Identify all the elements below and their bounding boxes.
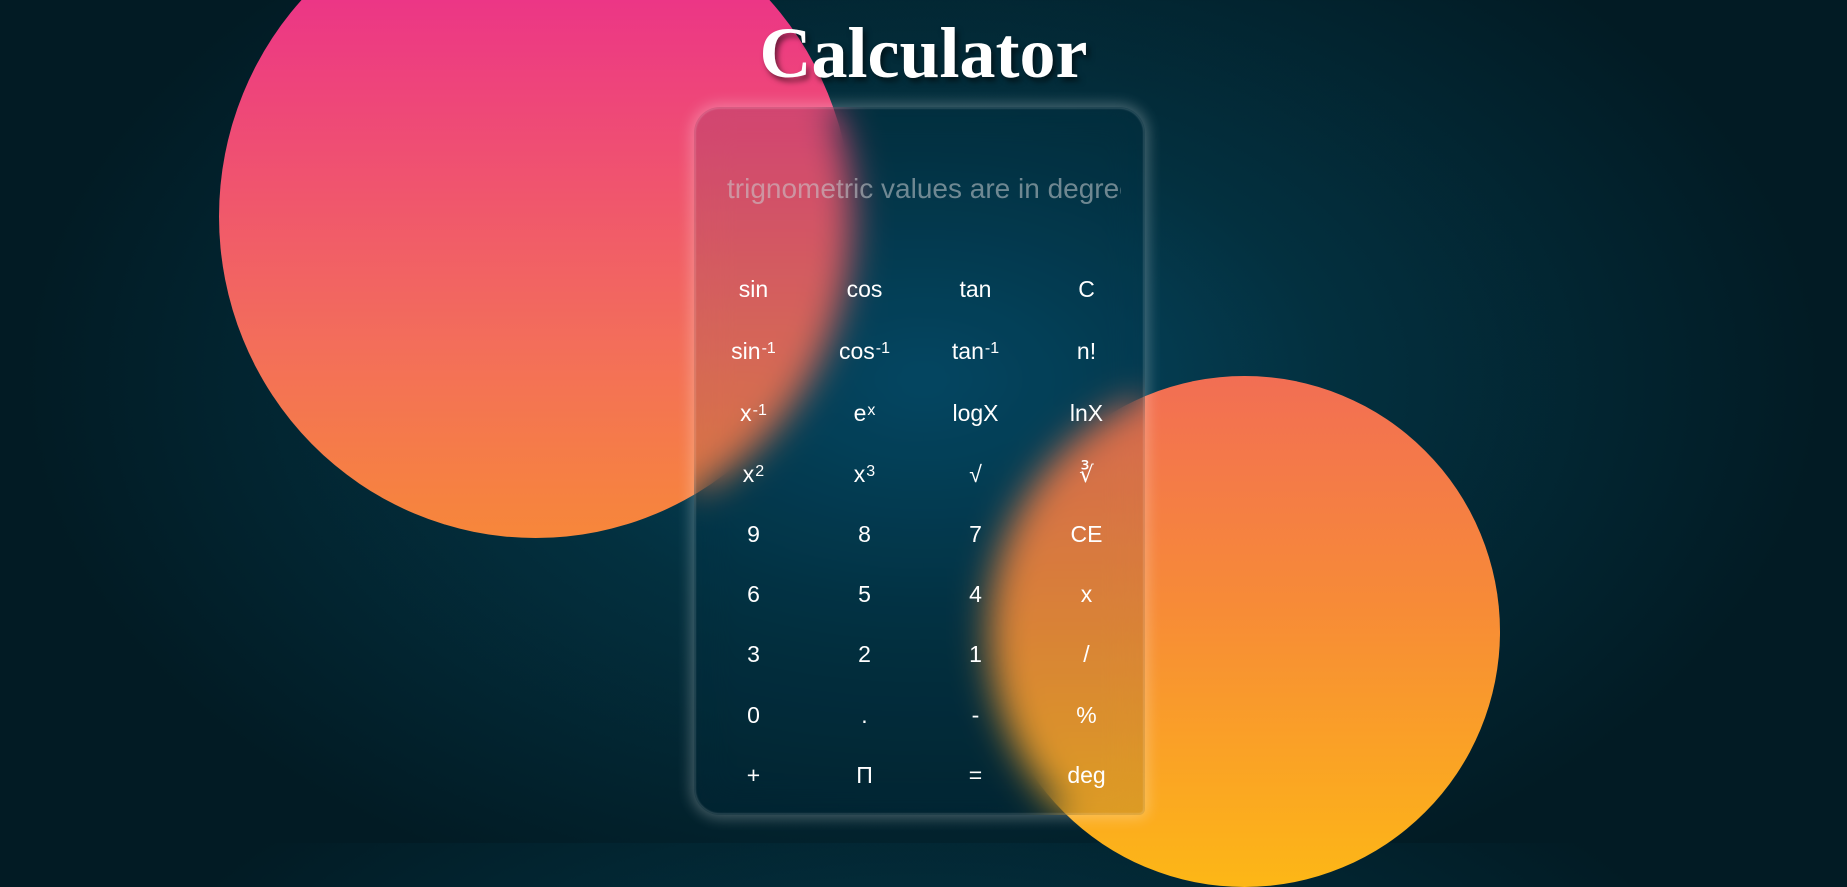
key-label: n! xyxy=(1076,337,1097,364)
calculator-panel: sincostanCsin-1cos-1tan-1n!x-1exlogXlnXx… xyxy=(694,107,1145,815)
digit-1-button[interactable]: 1 xyxy=(920,623,1031,685)
key-label: + xyxy=(746,761,761,788)
ln-button[interactable]: lnX xyxy=(1031,381,1142,445)
clear-button[interactable]: C xyxy=(1031,257,1142,321)
key-label: 7 xyxy=(969,520,982,547)
equals-button[interactable]: = xyxy=(920,745,1031,805)
page-title: Calculator xyxy=(759,13,1088,93)
key-label: / xyxy=(1083,640,1090,667)
key-label: 9 xyxy=(747,520,760,547)
sin-button[interactable]: sin xyxy=(698,257,809,321)
reciprocal-button[interactable]: x -1 xyxy=(698,381,809,445)
decimal-button[interactable]: . xyxy=(809,685,920,745)
key-label: 3 xyxy=(747,640,760,667)
key-label: . xyxy=(861,701,868,728)
add-button[interactable]: + xyxy=(698,745,809,805)
key-label: 0 xyxy=(747,701,760,728)
digit-7-button[interactable]: 7 xyxy=(920,503,1031,565)
key-label: = xyxy=(968,761,983,788)
cbrt-button[interactable]: ∛ xyxy=(1031,445,1142,503)
key-label: 5 xyxy=(858,580,871,607)
percent-button[interactable]: % xyxy=(1031,685,1142,745)
key-label: 4 xyxy=(969,580,982,607)
digit-0-button[interactable]: 0 xyxy=(698,685,809,745)
key-label: sin xyxy=(731,337,761,364)
key-label: x xyxy=(853,460,866,487)
tan-button[interactable]: tan xyxy=(920,257,1031,321)
calculator-display-input[interactable] xyxy=(727,158,1121,220)
log-button[interactable]: logX xyxy=(920,381,1031,445)
deg-button[interactable]: deg xyxy=(1031,745,1142,805)
key-label: % xyxy=(1076,701,1097,728)
subtract-button[interactable]: - xyxy=(920,685,1031,745)
keypad: sin cos tan Csin -1 cos -1 tan -1 n! x -1 e x logX lnX x… xyxy=(698,257,1142,805)
digit-2-button[interactable]: 2 xyxy=(809,623,920,685)
key-label: logX xyxy=(952,399,999,426)
exp-button[interactable]: ex xyxy=(809,381,920,445)
key-label: CE xyxy=(1070,520,1103,547)
key-label: 1 xyxy=(969,640,982,667)
digit-4-button[interactable]: 4 xyxy=(920,565,1031,623)
key-label: tan xyxy=(959,275,992,302)
cos-button[interactable]: cos xyxy=(809,257,920,321)
digit-9-button[interactable]: 9 xyxy=(698,503,809,565)
arctan-button[interactable]: tan -1 xyxy=(920,321,1031,381)
digit-5-button[interactable]: 5 xyxy=(809,565,920,623)
key-label: √ xyxy=(969,460,982,487)
key-label: 6 xyxy=(747,580,760,607)
pi-button[interactable]: Π xyxy=(809,745,920,805)
arccos-button[interactable]: cos -1 xyxy=(809,321,920,381)
key-label: sin xyxy=(738,275,769,302)
key-label: x xyxy=(740,399,752,426)
square-button[interactable]: x2 xyxy=(698,445,809,503)
digit-6-button[interactable]: 6 xyxy=(698,565,809,623)
multiply-button[interactable]: x xyxy=(1031,565,1142,623)
key-label: 8 xyxy=(858,520,871,547)
key-label: tan xyxy=(951,337,984,364)
key-label: - xyxy=(971,701,980,728)
key-label: e xyxy=(853,399,867,426)
key-label: lnX xyxy=(1069,399,1104,426)
key-label: cos xyxy=(838,337,875,364)
cube-button[interactable]: x3 xyxy=(809,445,920,503)
divide-button[interactable]: / xyxy=(1031,623,1142,685)
clear-entry-button[interactable]: CE xyxy=(1031,503,1142,565)
key-label: C xyxy=(1078,275,1095,302)
sqrt-button[interactable]: √ xyxy=(920,445,1031,503)
key-label: ∛ xyxy=(1079,460,1094,487)
key-label: Π xyxy=(856,761,873,788)
key-label: 2 xyxy=(858,640,871,667)
key-label: x xyxy=(742,460,755,487)
key-label: x xyxy=(1080,580,1093,607)
arcsin-button[interactable]: sin -1 xyxy=(698,321,809,381)
factorial-button[interactable]: n! xyxy=(1031,321,1142,381)
key-label: deg xyxy=(1067,761,1106,788)
digit-8-button[interactable]: 8 xyxy=(809,503,920,565)
digit-3-button[interactable]: 3 xyxy=(698,623,809,685)
key-label: cos xyxy=(846,275,883,302)
